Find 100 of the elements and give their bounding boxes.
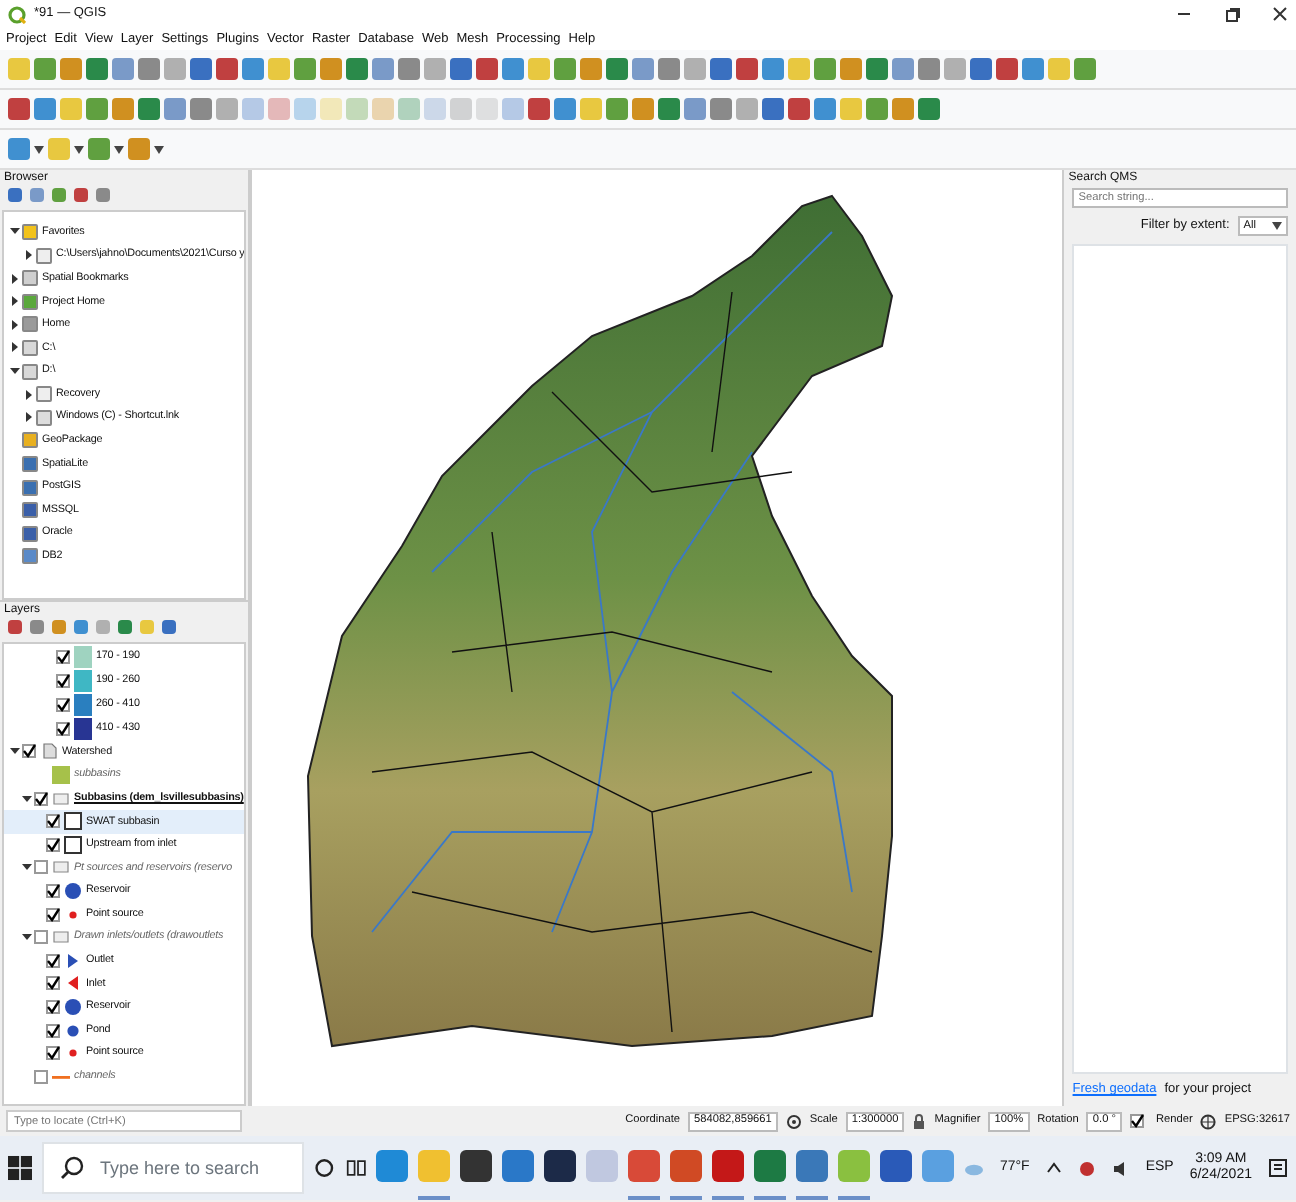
taskbar-search-field[interactable]: Type here to search	[42, 1142, 305, 1194]
toolbar-icon[interactable]	[502, 58, 524, 80]
checkbox[interactable]	[46, 1000, 60, 1015]
toolbar-icon[interactable]	[450, 58, 472, 80]
toolbar-icon[interactable]	[918, 98, 940, 120]
toolbar-icon[interactable]	[554, 58, 576, 80]
toolbar-icon[interactable]	[476, 58, 498, 80]
toolbar-icon[interactable]	[762, 98, 784, 120]
caret-icon[interactable]	[74, 145, 84, 153]
toolbar-icon[interactable]	[580, 58, 602, 80]
checkbox[interactable]	[34, 1069, 48, 1084]
toolbar-icon[interactable]	[866, 58, 888, 80]
checkbox[interactable]	[34, 860, 48, 875]
caret-icon[interactable]	[34, 145, 44, 153]
toolbar-icon[interactable]	[34, 98, 56, 120]
restore-icon[interactable]	[1224, 6, 1240, 22]
toolbar-icon[interactable]	[112, 58, 134, 80]
toolbar-icon[interactable]	[632, 98, 654, 120]
toolbar-icon[interactable]	[658, 58, 680, 80]
app-icon[interactable]	[879, 1150, 912, 1182]
toolbar-icon[interactable]	[398, 58, 420, 80]
expand-arrow-icon[interactable]	[20, 930, 34, 945]
checkbox[interactable]	[46, 884, 60, 899]
toolbar-icon[interactable]	[814, 58, 836, 80]
app-icon[interactable]	[711, 1150, 744, 1182]
expand-arrow-icon[interactable]	[22, 387, 36, 402]
expand-arrow-icon[interactable]	[22, 248, 36, 263]
tray-icon[interactable]	[1077, 1159, 1096, 1177]
toolbar-icon[interactable]	[1022, 58, 1044, 80]
toolbar-icon[interactable]	[788, 98, 810, 120]
checkbox[interactable]	[56, 649, 70, 664]
toolbar-icon[interactable]	[34, 58, 56, 80]
cloud-icon[interactable]	[963, 1160, 984, 1176]
toolbar-icon[interactable]	[8, 98, 30, 120]
toolbar-icon[interactable]	[138, 98, 160, 120]
toolbar-icon[interactable]	[372, 58, 394, 80]
expand-arrow-icon[interactable]	[20, 791, 34, 806]
toolbar-icon[interactable]	[736, 58, 758, 80]
toolbar-icon[interactable]	[892, 58, 914, 80]
caret-icon[interactable]	[114, 145, 124, 153]
toolbar-icon[interactable]	[866, 98, 888, 120]
checkbox[interactable]	[1129, 1114, 1144, 1128]
checkbox[interactable]	[46, 907, 60, 922]
toolbar-icon[interactable]	[164, 98, 186, 120]
toolbar-icon[interactable]	[190, 98, 212, 120]
checkbox[interactable]	[34, 791, 48, 806]
checkbox[interactable]	[46, 814, 60, 829]
globe-icon[interactable]	[1200, 1113, 1217, 1129]
close-icon[interactable]	[1272, 6, 1288, 22]
expand-arrow-icon[interactable]	[8, 364, 22, 379]
expand-arrow-icon[interactable]	[8, 271, 22, 286]
toolbar-icon[interactable]	[762, 58, 784, 80]
checkbox[interactable]	[34, 930, 48, 945]
checkbox[interactable]	[22, 744, 36, 759]
toolbar-icon[interactable]	[86, 58, 108, 80]
expand-arrow-icon[interactable]	[8, 317, 22, 332]
toolbar-icon[interactable]	[710, 98, 732, 120]
toolbar-icon[interactable]	[528, 98, 550, 120]
toolbar-icon[interactable]	[892, 98, 914, 120]
toolbar-icon[interactable]	[242, 58, 264, 80]
toolbar-icon[interactable]	[632, 58, 654, 80]
toolbar-icon[interactable]	[190, 58, 212, 80]
windows-start-icon[interactable]	[8, 1154, 33, 1182]
expand-arrow-icon[interactable]	[8, 744, 22, 759]
speaker-icon[interactable]	[1111, 1159, 1130, 1177]
checkbox[interactable]	[46, 837, 60, 852]
caret-icon[interactable]	[154, 145, 164, 153]
checkbox[interactable]	[46, 1046, 60, 1061]
toolbar-icon[interactable]	[684, 98, 706, 120]
toolbar-icon[interactable]	[1074, 58, 1096, 80]
expand-arrow-icon[interactable]	[20, 860, 34, 875]
checkbox[interactable]	[46, 1023, 60, 1038]
toolbar-icon[interactable]	[320, 58, 342, 80]
checkbox[interactable]	[46, 976, 60, 991]
notification-icon[interactable]	[1268, 1158, 1288, 1178]
toolbar-icon[interactable]	[60, 58, 82, 80]
expand-arrow-icon[interactable]	[22, 410, 36, 425]
checkbox[interactable]	[56, 721, 70, 736]
toolbar-icon[interactable]	[710, 58, 732, 80]
mouse-icon[interactable]	[785, 1113, 802, 1129]
toolbar-icon[interactable]	[138, 58, 160, 80]
expand-arrow-icon[interactable]	[8, 294, 22, 309]
toolbar-icon[interactable]	[346, 58, 368, 80]
toolbar-icon[interactable]	[840, 58, 862, 80]
toolbar-icon[interactable]	[554, 98, 576, 120]
app-icon[interactable]	[459, 1150, 492, 1182]
expand-arrow-icon[interactable]	[8, 340, 22, 355]
toolbar-icon[interactable]	[970, 58, 992, 80]
checkbox[interactable]	[46, 953, 60, 968]
task-view-icon[interactable]	[345, 1156, 366, 1180]
cortana-icon[interactable]	[314, 1156, 336, 1180]
toolbar-icon[interactable]	[918, 58, 940, 80]
toolbar-icon[interactable]	[606, 98, 628, 120]
toolbar-icon[interactable]	[294, 58, 316, 80]
lock-icon[interactable]	[912, 1113, 927, 1129]
toolbar-icon[interactable]	[86, 98, 108, 120]
toolbar-icon[interactable]	[658, 98, 680, 120]
checkbox[interactable]	[56, 673, 70, 688]
checkbox[interactable]	[56, 697, 70, 712]
chevron-up-icon[interactable]	[1045, 1162, 1062, 1174]
